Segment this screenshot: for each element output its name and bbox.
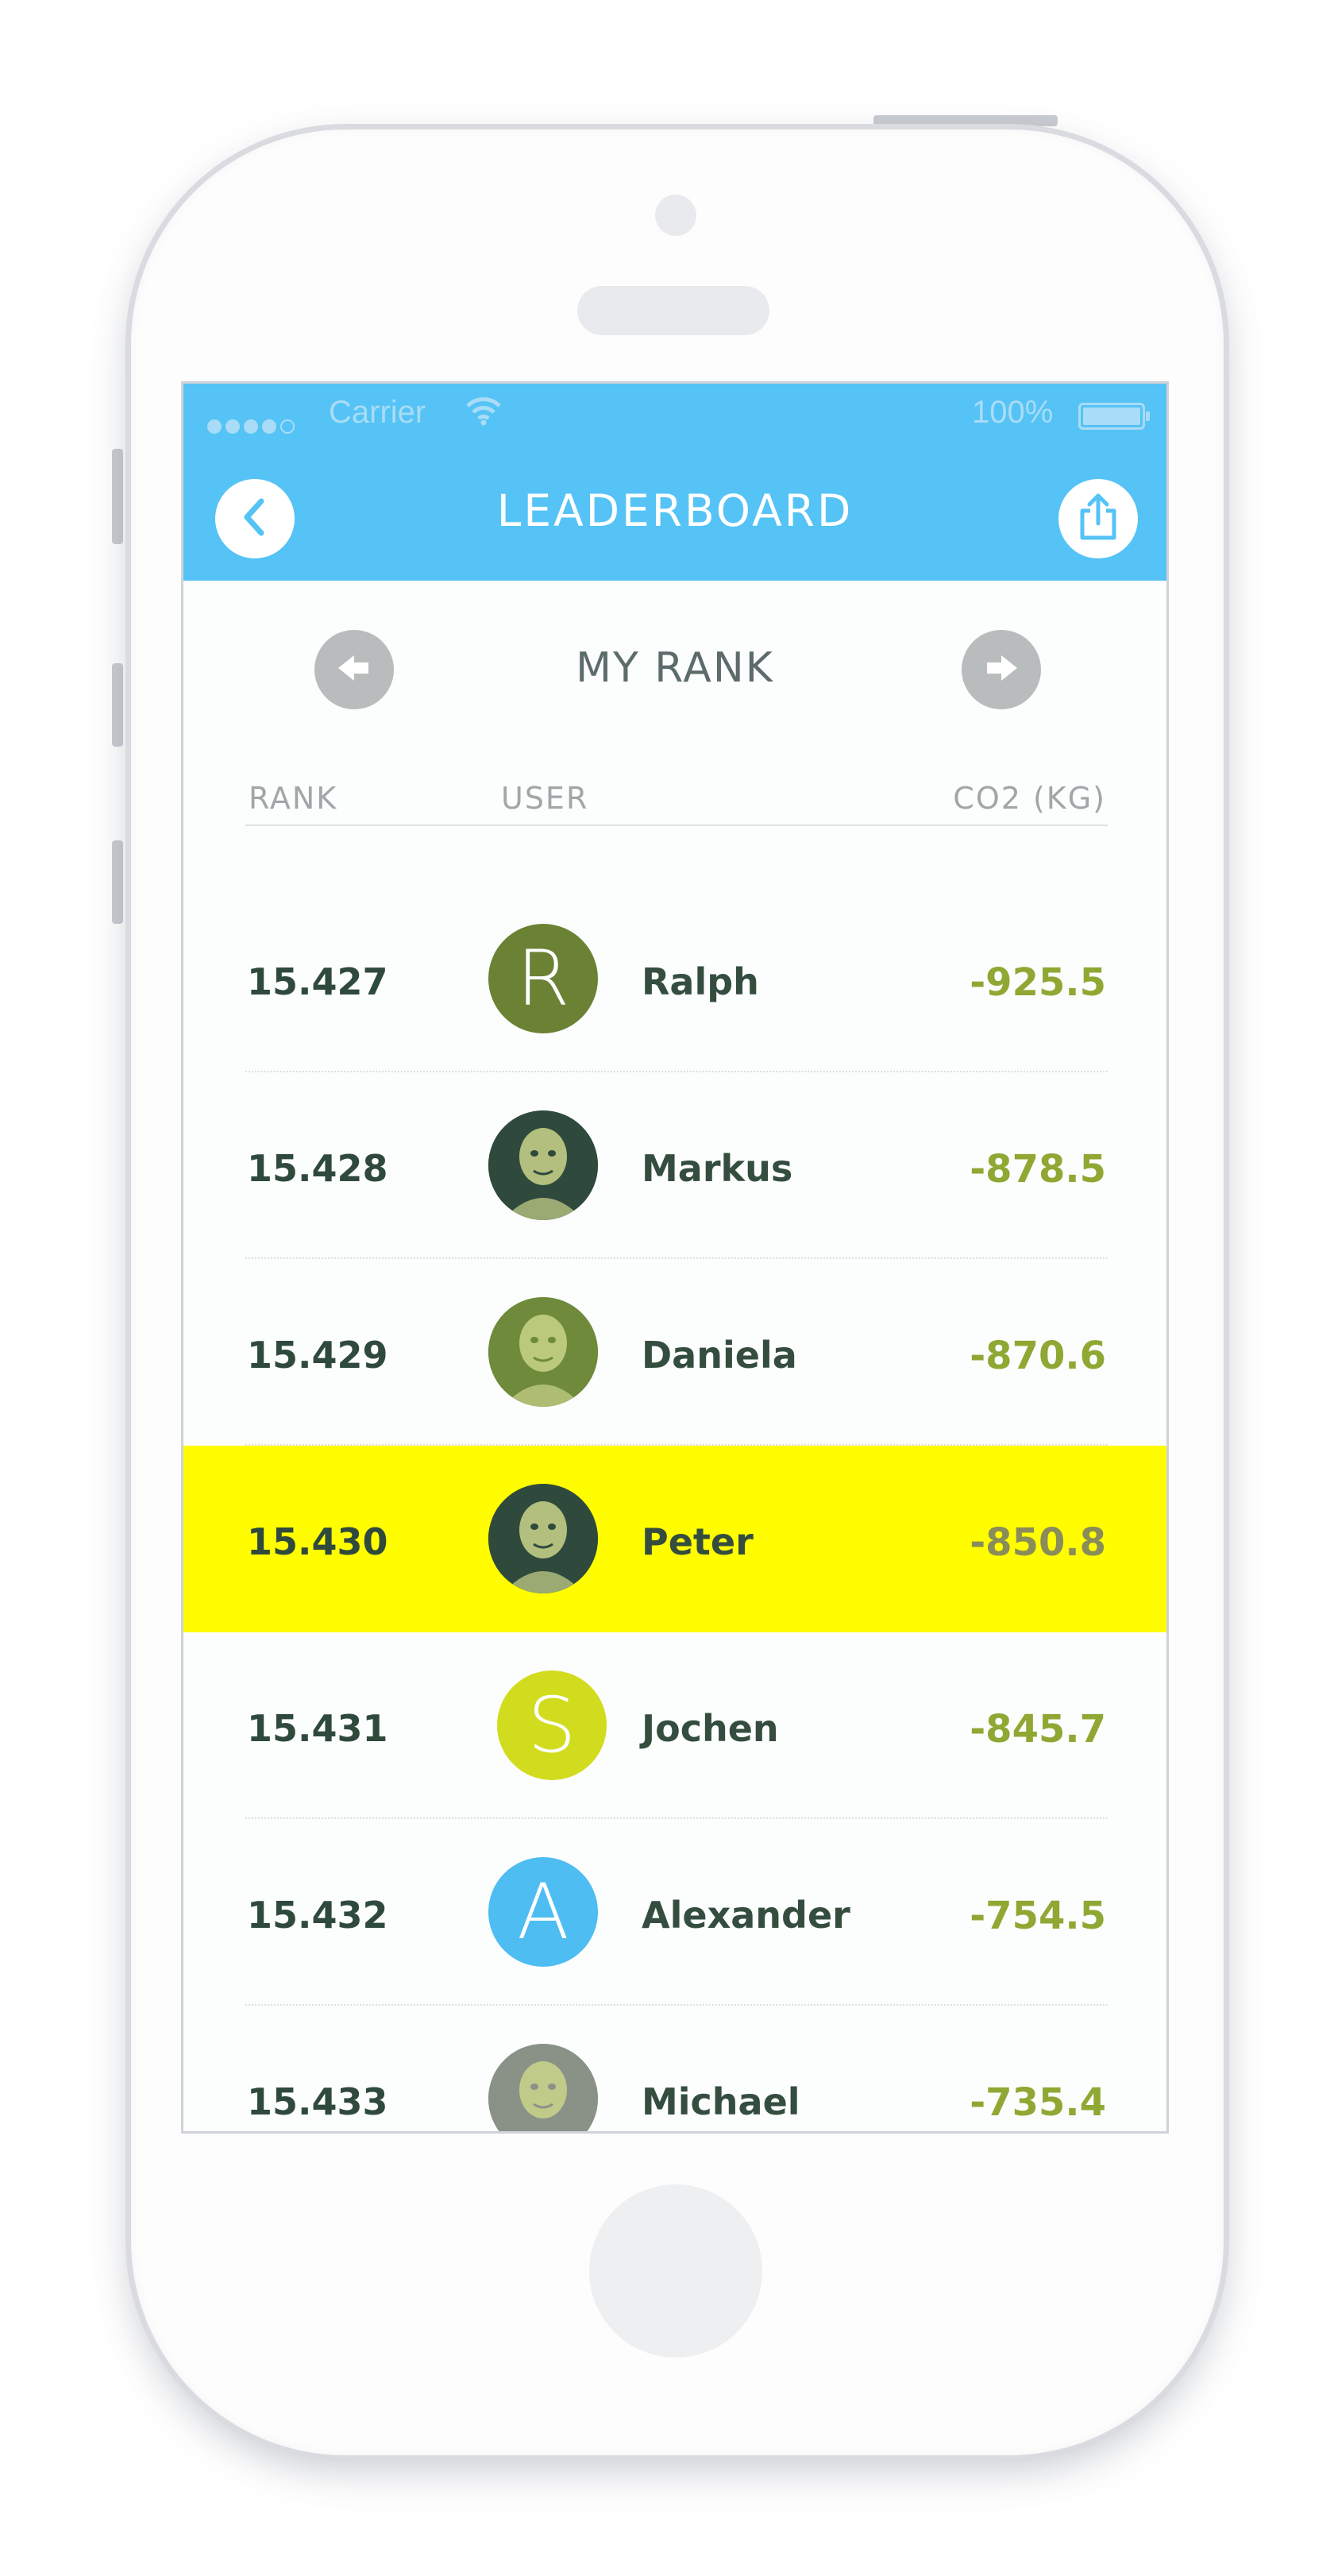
rank-value: 15.432 (247, 1894, 388, 1937)
co2-value: -870.6 (970, 1334, 1106, 1378)
user-name: Jochen (642, 1707, 779, 1750)
co2-value: -735.4 (970, 2080, 1106, 2125)
silent-switch (112, 449, 123, 544)
share-button[interactable] (1058, 479, 1138, 558)
rank-navigation: MY RANK (183, 630, 1166, 709)
rank-value: 15.433 (247, 2080, 388, 2123)
avatar[interactable] (488, 2044, 598, 2131)
next-rank-button[interactable] (962, 630, 1041, 709)
user-photo-icon (488, 1297, 598, 1407)
battery-icon (1078, 403, 1150, 430)
co2-value: -878.5 (970, 1147, 1106, 1191)
avatar[interactable]: R (488, 924, 598, 1033)
rank-value: 15.430 (247, 1520, 388, 1563)
avatar-letter: R (516, 934, 570, 1023)
avatar[interactable] (488, 1484, 598, 1593)
power-button (873, 115, 1058, 126)
user-name: Peter (642, 1520, 754, 1563)
column-header-rank: RANK (249, 781, 338, 816)
table-row-current-user[interactable]: 15.430 Peter -850.8 (183, 1446, 1166, 1632)
rank-value: 15.428 (247, 1147, 388, 1190)
rank-value: 15.429 (247, 1334, 388, 1377)
table-row[interactable]: 15.427 R Ralph -925.5 (183, 886, 1166, 1072)
avatar-letter: A (517, 1867, 569, 1956)
user-name: Markus (642, 1147, 793, 1190)
front-camera (655, 195, 696, 236)
wifi-icon (465, 395, 502, 434)
share-icon (1078, 492, 1119, 546)
battery-percentage: 100% (972, 395, 1054, 430)
avatar[interactable] (488, 1297, 598, 1407)
user-name: Alexander (642, 1894, 850, 1937)
avatar-letter: S (527, 1681, 576, 1770)
page-title: LEADERBOARD (496, 485, 854, 536)
user-photo-icon (488, 2044, 598, 2131)
avatar[interactable]: S (497, 1670, 607, 1780)
home-button[interactable] (589, 2184, 762, 2358)
user-name: Daniela (642, 1334, 797, 1377)
user-name: Ralph (642, 960, 759, 1003)
app-bar: Carrier 100% LEADERBOARD (183, 384, 1166, 581)
avatar[interactable]: A (488, 1857, 598, 1967)
arrow-right-icon (984, 652, 1019, 687)
volume-down-button (112, 840, 123, 924)
rank-value: 15.431 (247, 1707, 388, 1750)
header-divider (245, 825, 1108, 826)
co2-value: -850.8 (970, 1520, 1106, 1565)
table-row[interactable]: 15.432 A Alexander -754.5 (183, 1819, 1166, 2006)
avatar[interactable] (488, 1110, 598, 1220)
volume-up-button (112, 663, 123, 747)
user-photo-icon (488, 1110, 598, 1220)
table-row[interactable]: 15.428 Markus -878.5 (183, 1072, 1166, 1259)
carrier-label: Carrier (329, 395, 426, 430)
co2-value: -925.5 (970, 960, 1106, 1005)
status-bar: Carrier 100% (183, 384, 1166, 447)
earpiece-speaker (577, 286, 769, 335)
signal-strength-icon (207, 406, 299, 442)
column-header-co2: CO2 (KG) (953, 781, 1106, 816)
user-name: Michael (642, 2080, 800, 2123)
co2-value: -754.5 (970, 1894, 1106, 1938)
co2-value: -845.7 (970, 1707, 1106, 1751)
table-row[interactable]: 15.433 Michael -735.4 (183, 2006, 1166, 2131)
table-row[interactable]: 15.431 S Jochen -845.7 (183, 1632, 1166, 1819)
user-photo-icon (488, 1484, 598, 1593)
column-header-user: USER (501, 781, 589, 816)
table-row[interactable]: 15.429 Daniela -870.6 (183, 1259, 1166, 1446)
app-screen: Carrier 100% LEADERBOARD MY RANK RANK US… (181, 381, 1169, 2134)
rank-value: 15.427 (247, 960, 388, 1003)
